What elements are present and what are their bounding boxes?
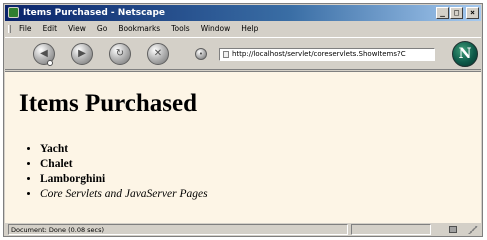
list-item: Yacht <box>40 142 208 157</box>
menu-file[interactable]: File <box>19 22 32 36</box>
forward-button[interactable]: ▶ <box>71 43 93 65</box>
menu-go[interactable]: Go <box>97 22 107 36</box>
menu-grip-icon <box>8 25 11 33</box>
status-text: Document: Done (0.08 secs) <box>8 224 348 235</box>
security-icon[interactable] <box>449 226 457 233</box>
menu-edit[interactable]: Edit <box>43 22 58 36</box>
search-icon: • <box>198 50 204 58</box>
window-controls: _ □ × <box>436 7 479 19</box>
title-bar: Items Purchased - Netscape _ □ × <box>5 5 481 21</box>
back-arrow-icon: ◀ <box>40 48 48 59</box>
app-icon <box>8 7 19 18</box>
url-text: http://localhost/servlet/coreservlets.Sh… <box>232 50 406 58</box>
history-dropdown-icon[interactable] <box>47 60 53 66</box>
netscape-logo[interactable]: N <box>452 41 478 67</box>
reload-icon: ↻ <box>115 48 125 59</box>
minimize-button[interactable]: _ <box>436 7 449 19</box>
resize-grip-icon[interactable] <box>467 226 479 234</box>
stop-icon: ✕ <box>153 48 163 59</box>
page-content: Items Purchased Yacht Chalet Lamborghini… <box>5 71 481 223</box>
search-button[interactable]: • <box>195 48 207 60</box>
list-item: Core Servlets and JavaServer Pages <box>40 187 208 202</box>
menu-bar: File Edit View Go Bookmarks Tools Window… <box>5 22 481 36</box>
reload-button[interactable]: ↻ <box>109 43 131 65</box>
menu-help[interactable]: Help <box>241 22 258 36</box>
menu-view[interactable]: View <box>68 22 86 36</box>
menu-bookmarks[interactable]: Bookmarks <box>118 22 160 36</box>
browser-window: Items Purchased - Netscape _ □ × File Ed… <box>3 3 483 237</box>
forward-arrow-icon: ▶ <box>78 48 86 59</box>
menu-tools[interactable]: Tools <box>171 22 189 36</box>
items-list: Yacht Chalet Lamborghini Core Servlets a… <box>27 142 208 202</box>
page-heading: Items Purchased <box>19 90 198 117</box>
maximize-button[interactable]: □ <box>450 7 463 19</box>
menu-window[interactable]: Window <box>201 22 231 36</box>
window-title: Items Purchased - Netscape <box>23 8 166 18</box>
navigation-toolbar: ◀ ▶ ↻ ✕ • http://localhost/servlet/cores… <box>5 37 481 70</box>
list-item: Chalet <box>40 157 208 172</box>
stop-button[interactable]: ✕ <box>147 43 169 65</box>
status-bar: Document: Done (0.08 secs) <box>5 224 481 236</box>
close-button[interactable]: × <box>466 7 479 19</box>
url-input[interactable]: http://localhost/servlet/coreservlets.Sh… <box>219 48 435 61</box>
list-item: Lamborghini <box>40 172 208 187</box>
progress-panel <box>351 224 431 235</box>
page-icon <box>223 51 229 58</box>
